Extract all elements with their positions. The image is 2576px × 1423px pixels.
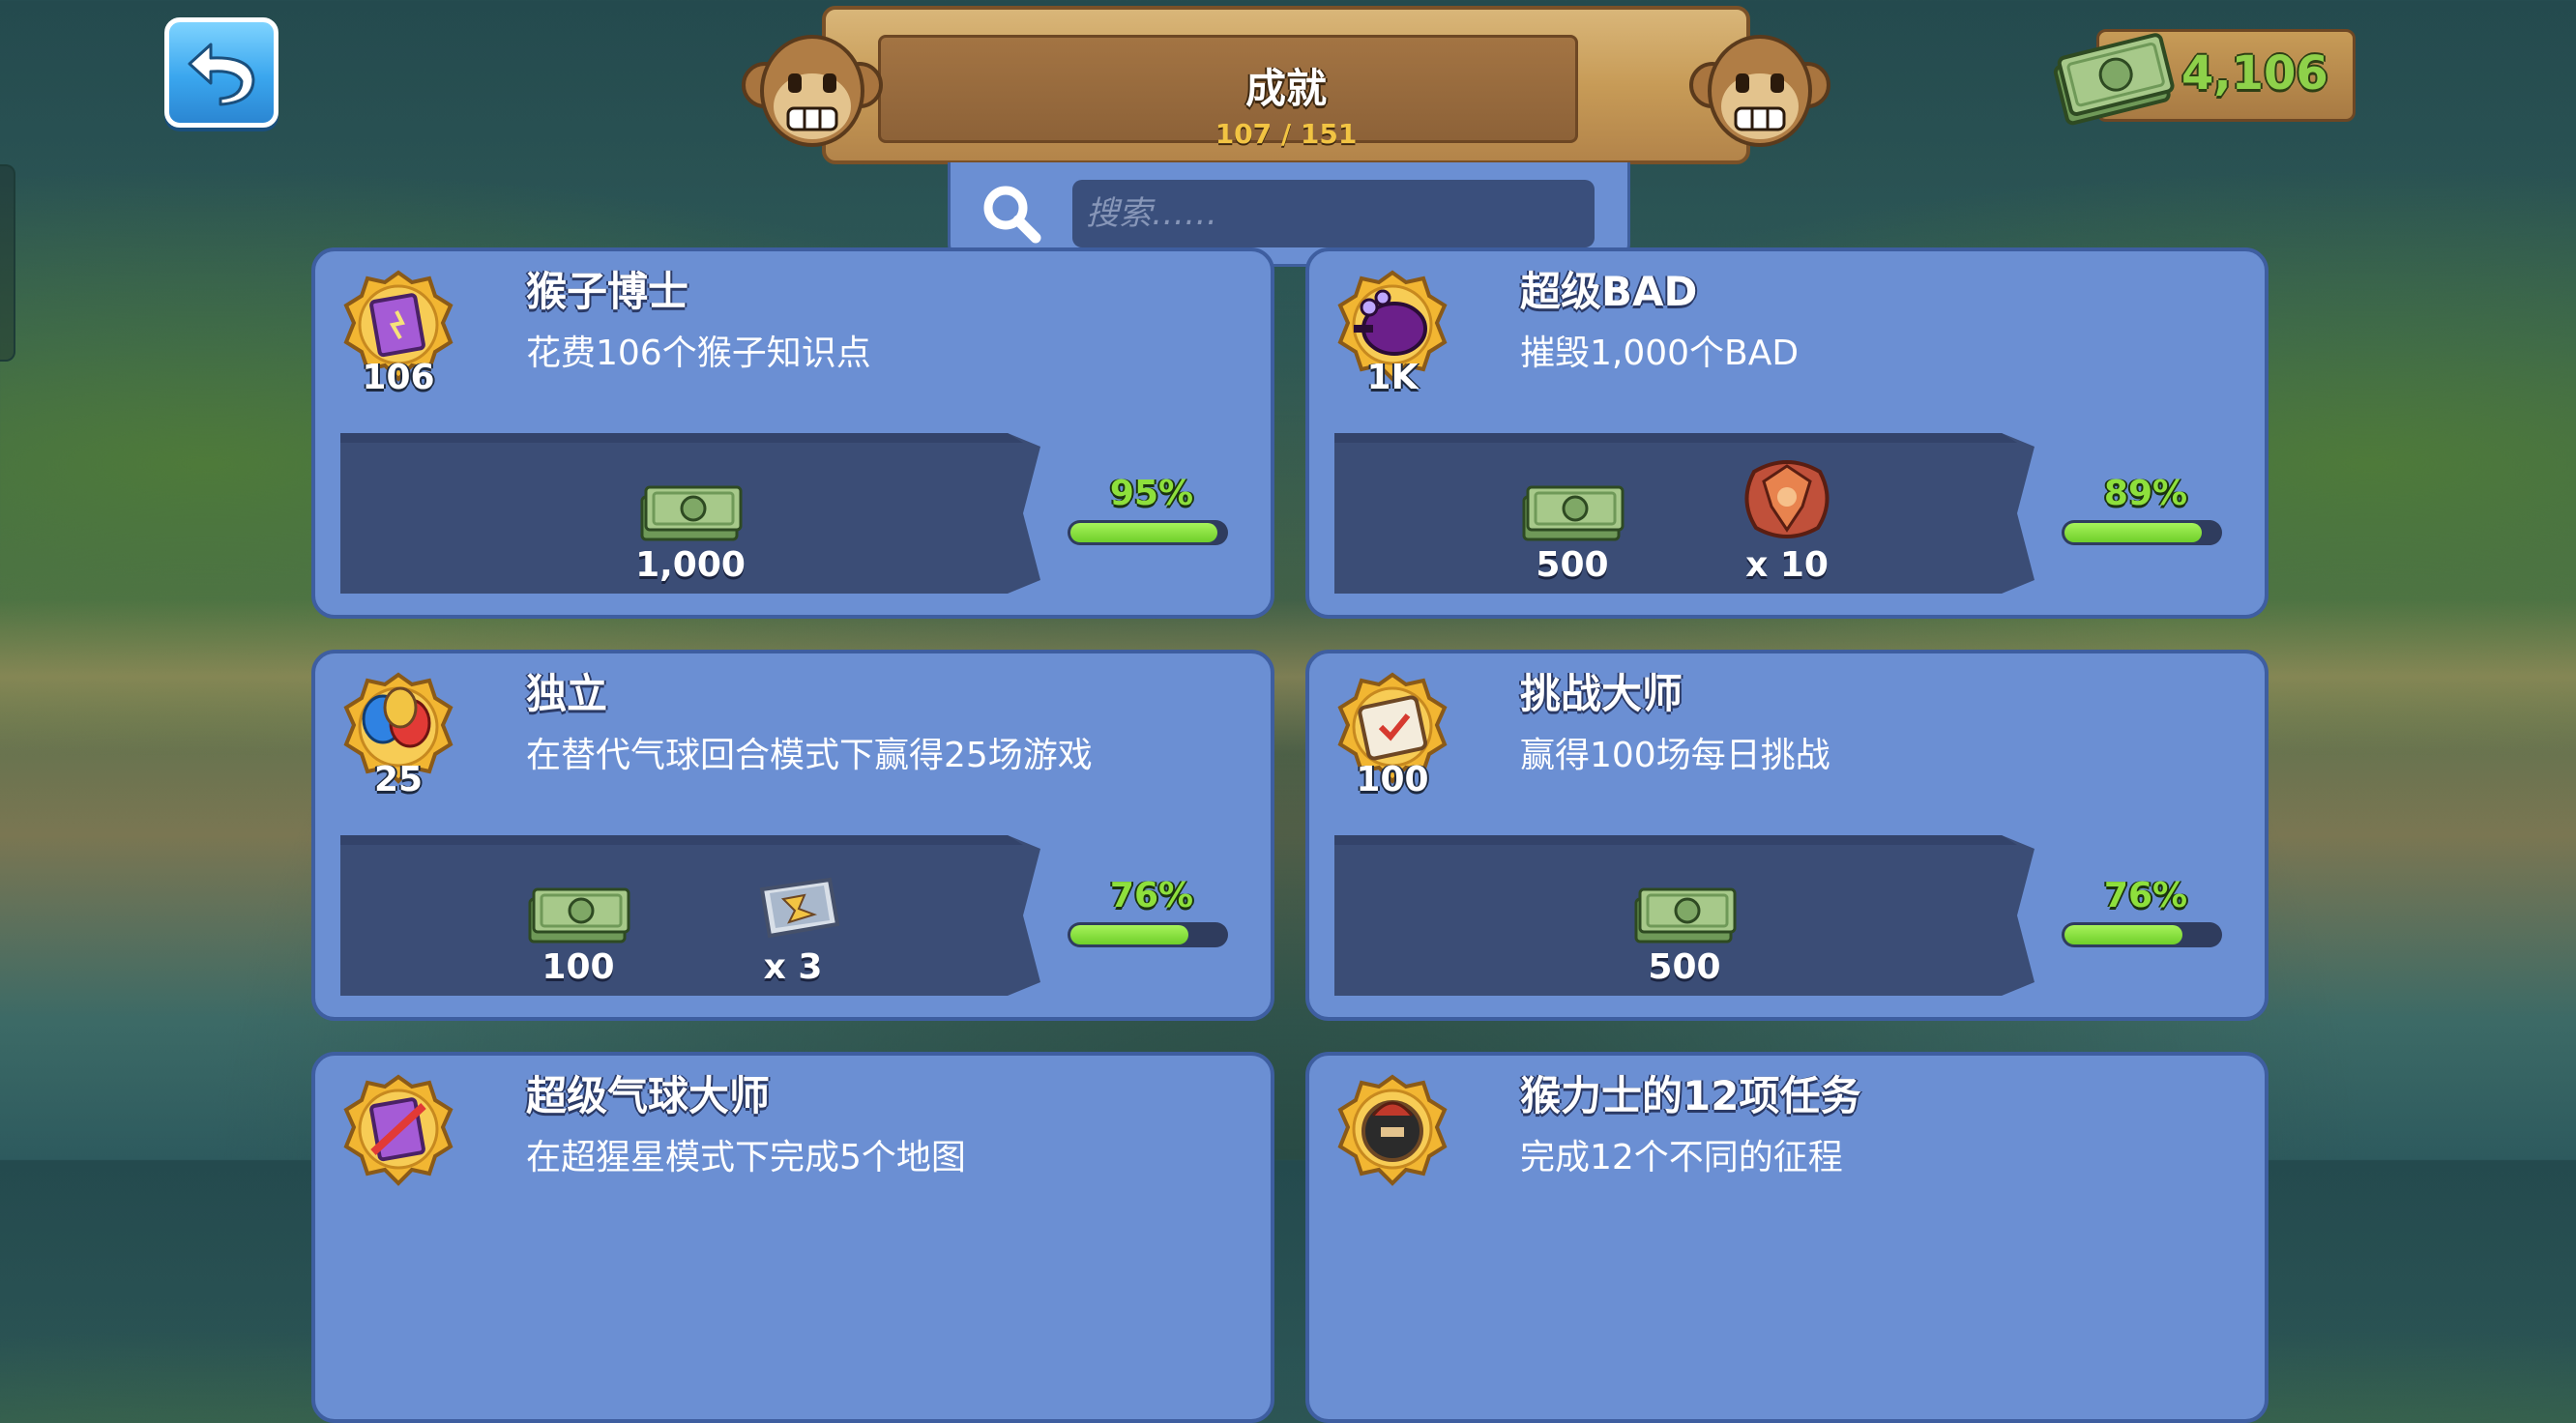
cash-icon [1495, 452, 1650, 545]
reward-item: x 3 [716, 855, 870, 987]
reward-amount: 1,000 [635, 545, 746, 585]
medal-label: 25 [373, 760, 424, 799]
header-plaque: 成就 107 / 151 [740, 0, 1832, 169]
hero-helmet-icon [1334, 1073, 1450, 1187]
map-book-icon [340, 1073, 456, 1187]
cash-icon [2053, 33, 2175, 126]
progress-bar-fill [2064, 523, 2202, 542]
achievement-description: 花费106个猴子知识点 [526, 334, 871, 373]
progress-bar-fill [1070, 523, 1217, 542]
achievement-title: 挑战大师 [1520, 670, 1683, 717]
achievement-card[interactable]: 106 猴子博士花费106个猴子知识点 1,000 95% [311, 247, 1274, 619]
powerup-icon [1710, 452, 1864, 545]
progress-percent: 89% [2103, 474, 2188, 513]
reward-item: x 10 [1710, 452, 1864, 585]
cash-icon [501, 855, 656, 947]
achievement-card[interactable]: 猴力士的12项任务完成12个不同的征程 [1305, 1052, 2269, 1423]
progress-bar [1068, 520, 1228, 545]
monkey-boost-icon [716, 855, 870, 947]
medal-label: 1K [1366, 358, 1419, 397]
search-icon[interactable] [980, 182, 1043, 246]
medal-label: 106 [362, 358, 435, 397]
currency-amount: 4,106 [2181, 46, 2328, 101]
reward-amount: x 10 [1745, 545, 1829, 585]
achievement-title: 超级BAD [1520, 268, 1698, 315]
achievement-card[interactable]: 100 挑战大师赢得100场每日挑战 500 76% [1305, 650, 2269, 1021]
side-tab[interactable] [0, 164, 15, 362]
achievement-card[interactable]: 超级气球大师在超猩星模式下完成5个地图 [311, 1052, 1274, 1423]
progress-percent: 95% [1109, 474, 1194, 513]
search-input[interactable] [1072, 180, 1595, 247]
back-button[interactable] [164, 17, 278, 128]
reward-item: 500 [1495, 452, 1650, 585]
achievement-title: 超级气球大师 [526, 1072, 771, 1119]
achievement-description: 在替代气球回合模式下赢得25场游戏 [526, 736, 1093, 775]
progress-bar [1068, 922, 1228, 947]
reward-item: 1,000 [613, 452, 768, 585]
reward-item: 100 [501, 855, 656, 987]
progress-bar-fill [2064, 925, 2182, 944]
reward-amount: 500 [1536, 545, 1609, 585]
cash-icon [1607, 855, 1762, 947]
page-title: 成就 [1244, 65, 1327, 112]
achievement-card[interactable]: 25 独立在替代气球回合模式下赢得25场游戏 100 x 3 76% [311, 650, 1274, 1021]
achievement-title: 独立 [526, 670, 608, 717]
reward-amount: 500 [1648, 947, 1721, 987]
achievement-count: 107 / 151 [1215, 118, 1358, 150]
achievement-title: 猴力士的12项任务 [1520, 1072, 1861, 1119]
rewards-panel: 500 [1334, 835, 2034, 996]
progress-bar [2062, 520, 2222, 545]
reward-amount: 100 [542, 947, 615, 987]
back-arrow-icon [188, 43, 255, 106]
rewards-panel: 500 x 10 [1334, 433, 2034, 594]
progress-bar-fill [1070, 925, 1188, 944]
reward-item: 500 [1607, 855, 1762, 987]
progress-bar [2062, 922, 2222, 947]
reward-amount: x 3 [763, 947, 823, 987]
progress-percent: 76% [2103, 876, 2188, 915]
medal-label: 100 [1356, 760, 1429, 799]
progress-percent: 76% [1109, 876, 1194, 915]
achievement-description: 完成12个不同的征程 [1520, 1138, 1843, 1177]
achievement-description: 赢得100场每日挑战 [1520, 736, 1830, 775]
achievement-description: 摧毁1,000个BAD [1520, 334, 1800, 373]
rewards-panel: 1,000 [340, 433, 1040, 594]
rewards-panel: 100 x 3 [340, 835, 1040, 996]
achievement-card[interactable]: 1K 超级BAD 摧毁1,000个BAD 500 x 10 89% [1305, 247, 2269, 619]
achievement-title: 猴子博士 [526, 268, 689, 315]
achievement-description: 在超猩星模式下完成5个地图 [526, 1138, 966, 1177]
cash-icon [613, 452, 768, 545]
